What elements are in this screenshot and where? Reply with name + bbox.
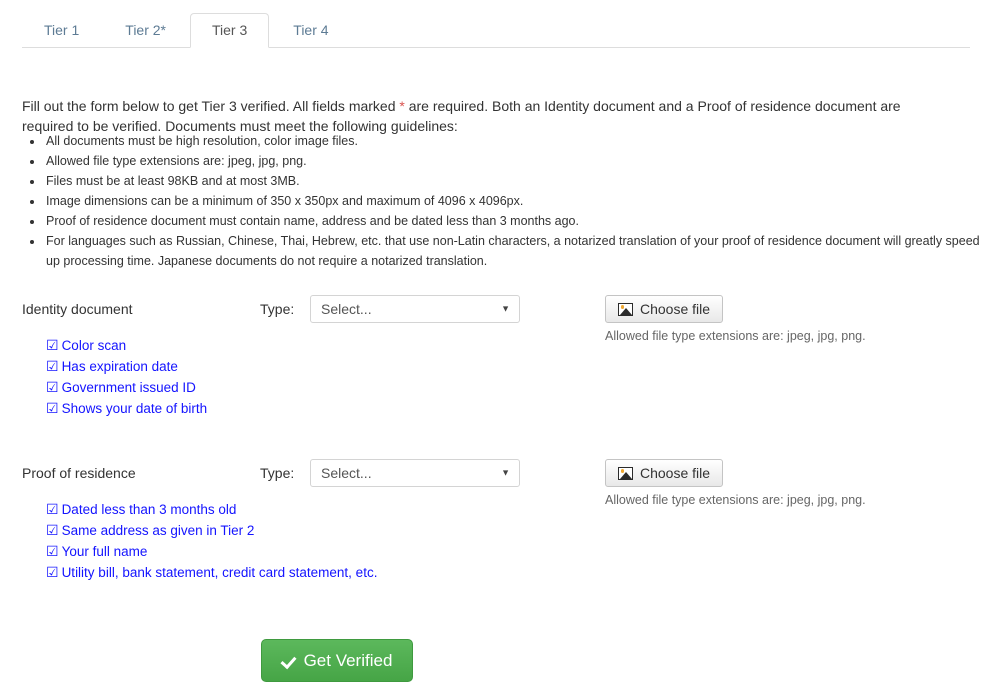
get-verified-label: Get Verified	[303, 650, 393, 670]
requirement-label: Your full name	[61, 544, 148, 559]
requirement-label: Same address as given in Tier 2	[61, 523, 255, 538]
requirement-checkbox[interactable]: ☑ Utility bill, bank statement, credit ca…	[46, 562, 377, 583]
identity-type-select[interactable]: Select... ▼	[310, 295, 520, 323]
checkbox-checked-icon: ☑	[46, 501, 59, 517]
requirement-checkbox[interactable]: ☑ Has expiration date	[46, 356, 207, 377]
guideline-item: For languages such as Russian, Chinese, …	[44, 231, 989, 271]
picture-icon	[618, 466, 633, 480]
residence-choose-file-button[interactable]: Choose file	[605, 459, 724, 487]
residence-choose-file-label: Choose file	[640, 465, 711, 481]
guidelines-list: All documents must be high resolution, c…	[22, 131, 989, 271]
residence-type-select[interactable]: Select... ▼	[310, 459, 520, 487]
requirement-checkbox[interactable]: ☑ Government issued ID	[46, 377, 207, 398]
tab-tier-2[interactable]: Tier 2*	[103, 13, 188, 47]
intro-text-part1: Fill out the form below to get Tier 3 ve…	[22, 98, 400, 114]
checkbox-checked-icon: ☑	[46, 522, 59, 538]
residence-file-help-text: Allowed file type extensions are: jpeg, …	[605, 493, 866, 507]
requirement-label: Dated less than 3 months old	[61, 502, 237, 517]
requirement-label: Color scan	[61, 338, 127, 353]
requirement-checkbox[interactable]: ☑ Shows your date of birth	[46, 398, 207, 419]
intro-paragraph: Fill out the form below to get Tier 3 ve…	[22, 96, 922, 136]
requirement-checkbox[interactable]: ☑ Color scan	[46, 335, 207, 356]
proof-of-residence-label: Proof of residence	[22, 465, 136, 481]
requirement-checkbox[interactable]: ☑ Dated less than 3 months old	[46, 499, 377, 520]
tab-tier-3[interactable]: Tier 3	[190, 13, 270, 48]
tab-list: Tier 1 Tier 2* Tier 3 Tier 4	[22, 13, 970, 48]
guideline-item: All documents must be high resolution, c…	[44, 131, 989, 151]
chevron-down-icon: ▼	[501, 303, 510, 314]
requirement-label: Government issued ID	[61, 380, 196, 395]
checkbox-checked-icon: ☑	[46, 400, 59, 416]
checkbox-checked-icon: ☑	[46, 543, 59, 559]
tab-tier-1[interactable]: Tier 1	[22, 13, 101, 47]
checkbox-checked-icon: ☑	[46, 358, 59, 374]
requirement-label: Utility bill, bank statement, credit car…	[61, 565, 378, 580]
identity-choose-file-button[interactable]: Choose file	[605, 295, 724, 323]
tab-tier-4[interactable]: Tier 4	[271, 13, 350, 47]
proof-of-residence-section: Proof of residence Type: Select... ▼ Cho…	[0, 459, 991, 580]
identity-choose-file-label: Choose file	[640, 301, 711, 317]
residence-type-select-value: Select...	[321, 465, 372, 481]
identity-document-label: Identity document	[22, 301, 133, 317]
guideline-item: Proof of residence document must contain…	[44, 211, 989, 231]
identity-document-row: Identity document Type: Select... ▼ Choo…	[0, 295, 991, 343]
checkbox-checked-icon: ☑	[46, 337, 59, 353]
chevron-down-icon: ▼	[501, 467, 510, 478]
picture-icon	[618, 302, 633, 316]
identity-requirements-list: ☑ Color scan ☑ Has expiration date ☑ Governme…	[46, 335, 207, 419]
checkbox-checked-icon: ☑	[46, 379, 59, 395]
identity-type-select-value: Select...	[321, 301, 372, 317]
residence-requirements-list: ☑ Dated less than 3 months old ☑ Same addre…	[46, 499, 377, 583]
requirement-label: Shows your date of birth	[61, 401, 208, 416]
get-verified-button[interactable]: Get Verified	[261, 639, 413, 682]
guideline-item: Allowed file type extensions are: jpeg, …	[44, 151, 989, 171]
requirement-label: Has expiration date	[61, 359, 178, 374]
proof-of-residence-row: Proof of residence Type: Select... ▼ Cho…	[0, 459, 991, 507]
guideline-item: Files must be at least 98KB and at most …	[44, 171, 989, 191]
residence-type-label: Type:	[260, 465, 295, 481]
check-icon	[282, 654, 296, 668]
identity-document-section: Identity document Type: Select... ▼ Choo…	[0, 295, 991, 416]
identity-file-help-text: Allowed file type extensions are: jpeg, …	[605, 329, 866, 343]
identity-type-label: Type:	[260, 301, 295, 317]
requirement-checkbox[interactable]: ☑ Same address as given in Tier 2	[46, 520, 377, 541]
checkbox-checked-icon: ☑	[46, 564, 59, 580]
requirement-checkbox[interactable]: ☑ Your full name	[46, 541, 377, 562]
guideline-item: Image dimensions can be a minimum of 350…	[44, 191, 989, 211]
tab-bar: Tier 1 Tier 2* Tier 3 Tier 4	[22, 13, 970, 48]
